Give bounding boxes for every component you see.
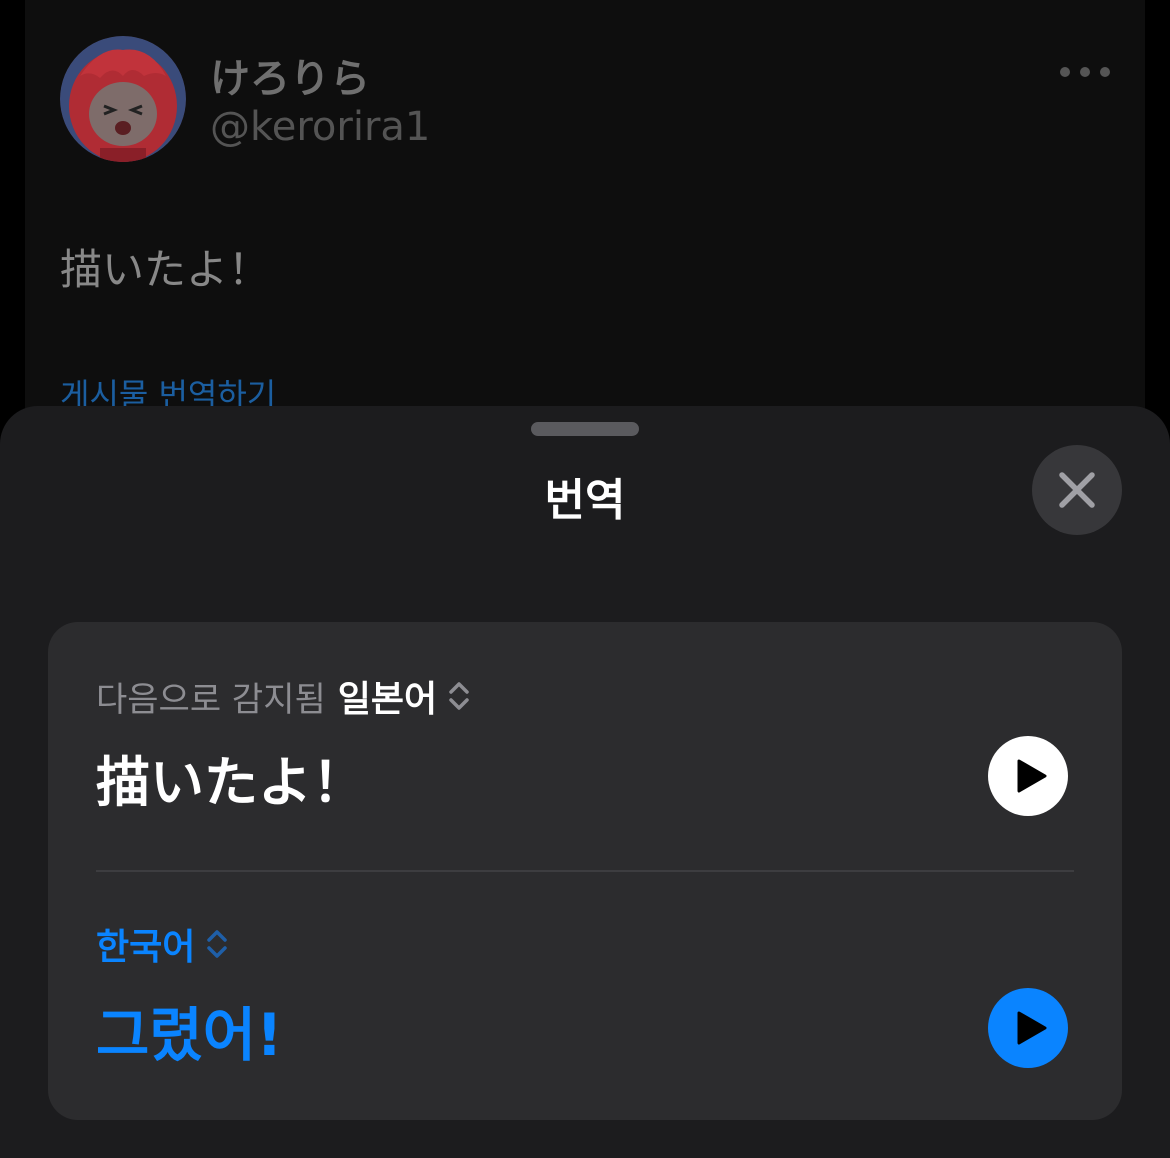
tweet-text: 描いたよ！ <box>60 245 271 294</box>
source-language-row: 다음으로 감지됨 일본어 <box>96 670 471 722</box>
target-language-row: 한국어 <box>96 918 229 970</box>
more-dot <box>1080 67 1090 77</box>
source-text: 描いたよ！ <box>96 751 366 814</box>
screen: けろりら @kerorira1 描いたよ！ 게시물 번역하기 번역 다음으로 감… <box>0 0 1170 1158</box>
more-dot <box>1060 67 1070 77</box>
more-options-icon[interactable] <box>1060 56 1110 88</box>
xmark-icon <box>1059 472 1095 508</box>
target-language-selector[interactable]: 한국어 <box>96 918 195 970</box>
more-dot <box>1100 67 1110 77</box>
divider <box>96 870 1074 872</box>
close-button[interactable] <box>1032 445 1122 535</box>
tweet-card <box>25 0 1145 420</box>
translation-card: 다음으로 감지됨 일본어 描いたよ！ 한국어 그렸어! <box>48 622 1122 1120</box>
source-language-selector[interactable]: 일본어 <box>338 670 437 722</box>
play-icon <box>1017 1011 1047 1045</box>
sheet-title: 번역 <box>544 475 626 526</box>
avatar-image <box>60 36 186 162</box>
detected-label: 다음으로 감지됨 <box>96 679 326 720</box>
avatar[interactable] <box>60 36 186 162</box>
translation-sheet: 번역 다음으로 감지됨 일본어 描いたよ！ 한국어 그렸어! <box>0 406 1170 1158</box>
play-icon <box>1017 759 1047 793</box>
target-text: 그렸어! <box>96 1001 283 1069</box>
chevron-up-down-icon[interactable] <box>447 678 471 714</box>
play-target-button[interactable] <box>988 988 1068 1068</box>
display-name[interactable]: けろりら <box>210 46 370 104</box>
sheet-grabber[interactable] <box>531 422 639 436</box>
chevron-up-down-icon[interactable] <box>205 926 229 962</box>
handle[interactable]: @kerorira1 <box>210 104 430 150</box>
play-source-button[interactable] <box>988 736 1068 816</box>
